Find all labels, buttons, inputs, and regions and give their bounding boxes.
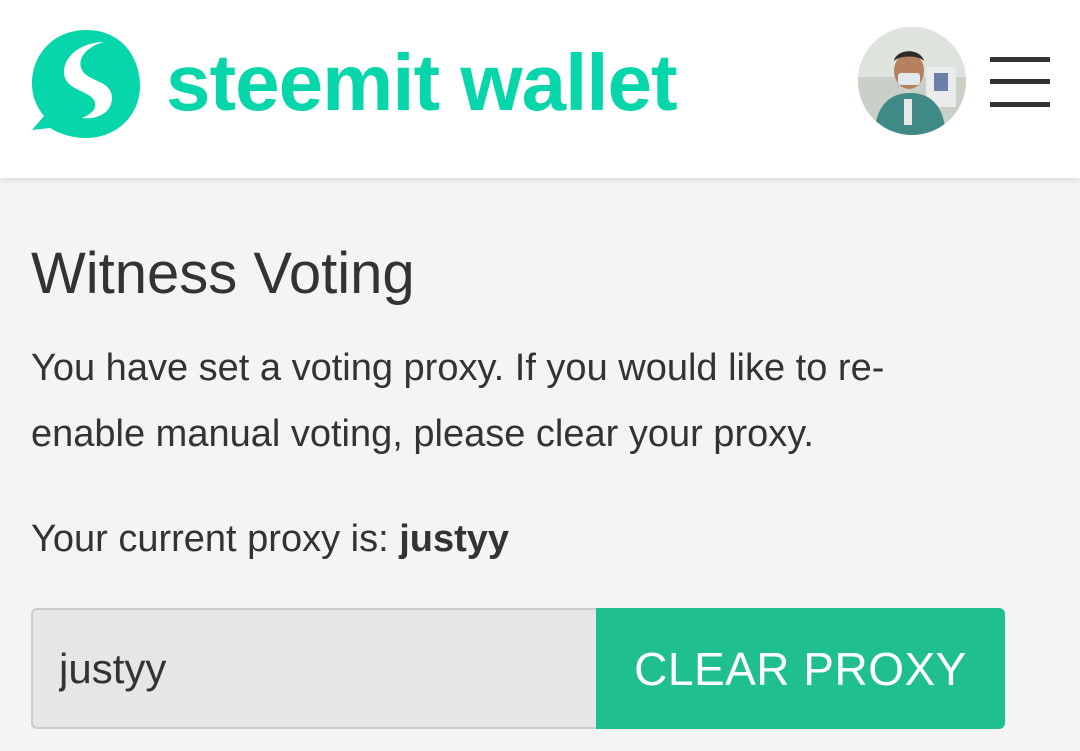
proxy-description: You have set a voting proxy. If you woul… [31, 347, 885, 455]
top-header: steemit wallet [0, 0, 1080, 178]
clear-proxy-button[interactable]: CLEAR PROXY [596, 608, 1005, 729]
brand-name: steemit wallet [166, 38, 678, 127]
current-proxy-text: Your current proxy is: justyy [31, 518, 509, 561]
proxy-input[interactable] [31, 608, 596, 729]
current-proxy-label: Your current proxy is: [31, 518, 400, 560]
user-avatar[interactable] [858, 27, 966, 135]
avatar-photo [858, 27, 966, 135]
steemit-logo-icon [32, 30, 140, 138]
page-title: Witness Voting [31, 241, 415, 306]
clear-proxy-form: CLEAR PROXY [31, 608, 1005, 729]
hamburger-menu-icon[interactable] [990, 57, 1050, 107]
current-proxy-name: justyy [399, 518, 510, 560]
steemit-wallet-logo-link[interactable]: steemit wallet [28, 24, 678, 142]
